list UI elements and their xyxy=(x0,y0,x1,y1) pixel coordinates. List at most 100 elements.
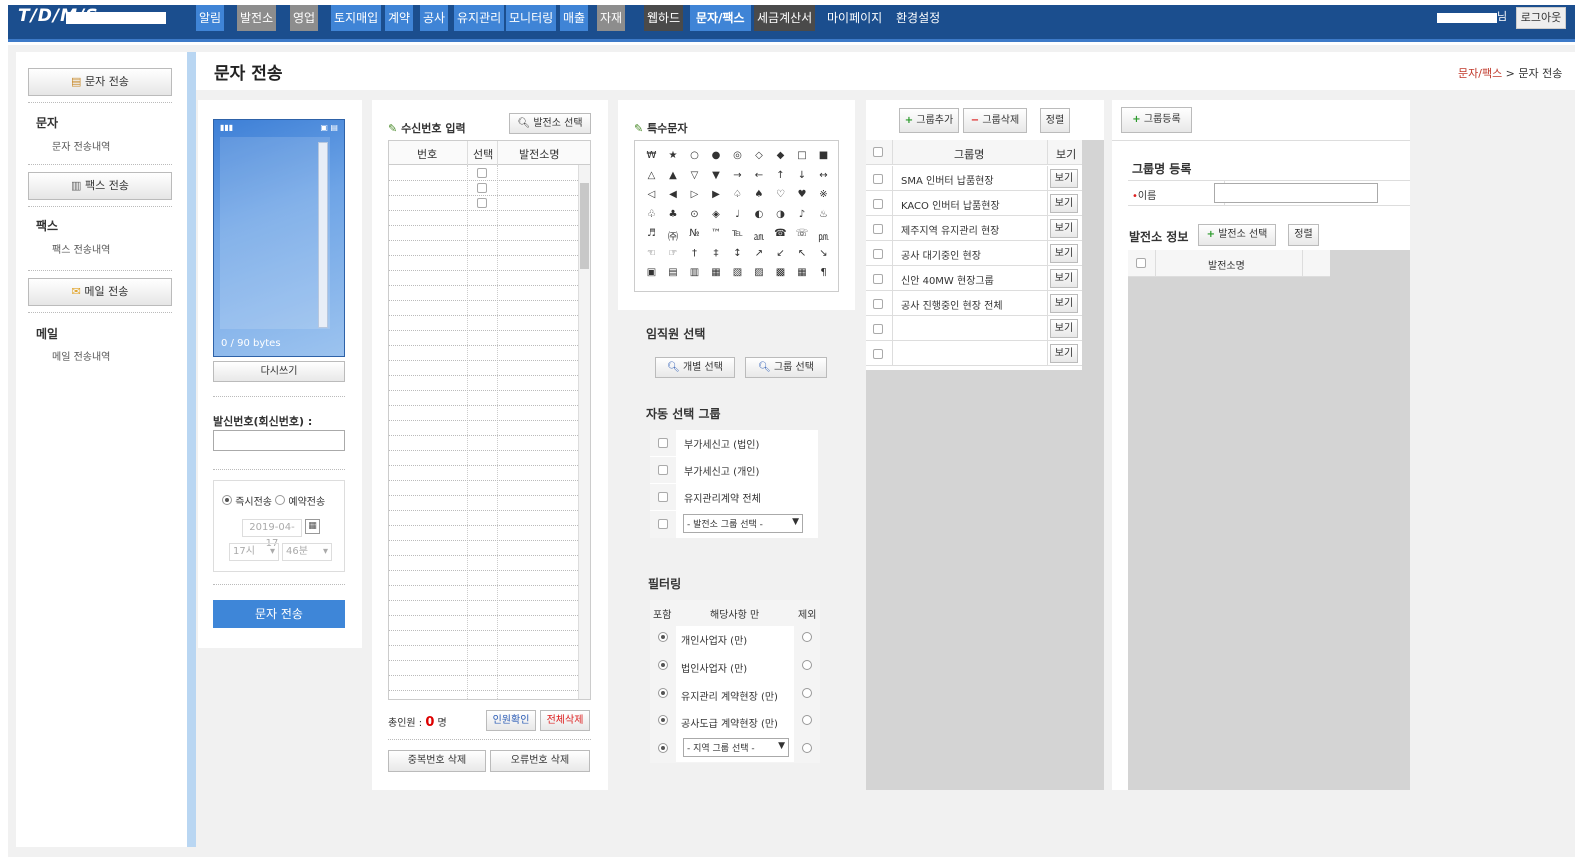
special-char[interactable]: ↕ xyxy=(727,248,748,259)
sidebar-link-fax-history[interactable]: 팩스 전송내역 xyxy=(52,241,110,256)
special-char[interactable]: ㏘ xyxy=(813,228,834,243)
group-select-button[interactable]: 🔍︎ 그룹 선택 xyxy=(745,357,827,378)
breadcrumb-section[interactable]: 문자/팩스 xyxy=(1458,67,1502,80)
calendar-icon[interactable]: ▦ xyxy=(305,519,320,534)
special-char[interactable]: → xyxy=(727,170,748,181)
special-char[interactable]: ◑ xyxy=(770,209,791,220)
special-char[interactable]: ↔ xyxy=(813,170,834,181)
group-name-input[interactable] xyxy=(1214,183,1378,203)
delete-group-button[interactable]: − 그룹삭제 xyxy=(963,108,1027,133)
special-char[interactable]: † xyxy=(684,248,705,259)
nav-item-revenue[interactable]: 매출 xyxy=(560,5,589,31)
nav-item-materials[interactable]: 자재 xyxy=(597,5,626,31)
special-char[interactable]: ← xyxy=(749,170,770,181)
special-char[interactable]: ♧ xyxy=(641,209,662,220)
exclude-radio[interactable] xyxy=(802,660,812,673)
special-char[interactable]: ★ xyxy=(663,150,684,161)
special-char[interactable]: ♠ xyxy=(749,189,770,200)
sms-message-textarea[interactable] xyxy=(220,137,330,329)
special-char[interactable]: ▶ xyxy=(706,189,727,200)
exclude-radio[interactable] xyxy=(802,715,812,728)
special-char[interactable]: ↙ xyxy=(770,248,791,259)
special-char[interactable]: ▣ xyxy=(641,267,662,278)
special-char[interactable]: ▩ xyxy=(770,267,791,278)
region-group-select[interactable]: - 지역 그룹 선택 - ▼ xyxy=(683,738,789,757)
special-char[interactable]: ◐ xyxy=(749,209,770,220)
nav-item-monitoring[interactable]: 모니터링 xyxy=(506,5,557,31)
sender-number-input[interactable] xyxy=(213,430,345,451)
nav-item-alerts[interactable]: 알림 xyxy=(196,5,225,31)
select-all-stations-checkbox[interactable] xyxy=(1136,258,1146,268)
individual-select-button[interactable]: 🔍︎ 개별 선택 xyxy=(655,357,735,378)
special-char[interactable]: ▥ xyxy=(684,267,705,278)
special-char[interactable]: ◈ xyxy=(706,209,727,220)
special-char[interactable]: ◆ xyxy=(770,150,791,161)
special-char[interactable]: ☞ xyxy=(663,248,684,259)
view-group-button[interactable]: 보기 xyxy=(1050,244,1078,263)
confirm-recipients-button[interactable]: 인원확인 xyxy=(486,710,536,731)
special-char[interactable]: ₩ xyxy=(641,150,662,161)
delete-duplicates-button[interactable]: 중복번호 삭제 xyxy=(388,750,486,772)
register-group-button[interactable]: + 그룹등록 xyxy=(1121,107,1192,133)
special-char[interactable]: ● xyxy=(706,150,727,161)
group-row-checkbox[interactable] xyxy=(873,224,883,234)
exclude-radio[interactable] xyxy=(802,743,812,756)
special-char[interactable]: ♡ xyxy=(770,189,791,200)
nav-item-construction[interactable]: 공사 xyxy=(420,5,449,31)
view-group-button[interactable]: 보기 xyxy=(1050,344,1078,363)
special-char[interactable]: ㏂ xyxy=(749,228,770,243)
nav-item-settings[interactable]: 환경설정 xyxy=(893,5,943,31)
special-char[interactable]: ◁ xyxy=(641,189,662,200)
group-row-checkbox[interactable] xyxy=(873,274,883,284)
station-select-button[interactable]: 🔍︎ 발전소 선택 xyxy=(509,113,591,134)
special-char[interactable]: ☜ xyxy=(641,248,662,259)
include-radio[interactable] xyxy=(658,715,668,728)
nav-item-sms-fax[interactable]: 문자/팩스 xyxy=(690,5,751,31)
reserve-date-input[interactable]: 2019-04-17 xyxy=(242,519,302,549)
nav-item-maintenance[interactable]: 유지관리 xyxy=(454,5,505,31)
special-char[interactable]: ™ xyxy=(706,228,727,239)
special-char[interactable]: ↘ xyxy=(813,248,834,259)
auto-group-checkbox[interactable] xyxy=(658,492,668,502)
include-radio[interactable] xyxy=(658,632,668,645)
special-char[interactable]: ♥ xyxy=(792,189,813,200)
special-char[interactable]: ▦ xyxy=(792,267,813,278)
row-checkbox[interactable] xyxy=(477,168,487,181)
sidebar-collapse-handle[interactable] xyxy=(187,52,196,847)
auto-group-checkbox[interactable] xyxy=(658,438,668,448)
special-char[interactable]: ☎ xyxy=(770,228,791,239)
special-char[interactable]: □ xyxy=(792,150,813,161)
nav-item-contract[interactable]: 계약 xyxy=(385,5,414,31)
nav-item-webhard[interactable]: 웹하드 xyxy=(644,5,684,31)
special-char[interactable]: ↑ xyxy=(770,170,791,181)
special-char[interactable]: ◀ xyxy=(663,189,684,200)
delete-all-button[interactable]: 전체삭제 xyxy=(540,710,590,731)
special-char[interactable]: ▽ xyxy=(684,170,705,181)
special-char[interactable]: № xyxy=(684,228,705,239)
special-char[interactable]: ▼ xyxy=(706,170,727,181)
special-char[interactable]: ☏ xyxy=(792,228,813,239)
special-char[interactable]: ▤ xyxy=(663,267,684,278)
special-char[interactable]: ○ xyxy=(684,150,705,161)
group-row-checkbox[interactable] xyxy=(873,324,883,334)
station-info-select-button[interactable]: + 발전소 선택 xyxy=(1198,224,1276,246)
special-char[interactable]: ♬ xyxy=(641,228,662,239)
special-char[interactable]: ▨ xyxy=(749,267,770,278)
recipients-scrollbar[interactable] xyxy=(578,165,590,699)
sort-groups-button[interactable]: 정렬 xyxy=(1040,108,1070,133)
send-sms-button[interactable]: 문자 전송 xyxy=(213,600,345,628)
station-group-select[interactable]: - 발전소 그룹 선택 - ▼ xyxy=(683,514,803,533)
rewrite-button[interactable]: 다시쓰기 xyxy=(213,361,345,382)
send-now-radio[interactable] xyxy=(222,495,232,505)
add-group-button[interactable]: + 그룹추가 xyxy=(899,108,959,133)
view-group-button[interactable]: 보기 xyxy=(1050,219,1078,238)
nav-item-sales[interactable]: 영업 xyxy=(290,5,319,31)
exclude-radio[interactable] xyxy=(802,632,812,645)
special-char[interactable]: ♩ xyxy=(727,209,748,220)
group-row-checkbox[interactable] xyxy=(873,174,883,184)
view-group-button[interactable]: 보기 xyxy=(1050,194,1078,213)
special-char[interactable]: ▦ xyxy=(706,267,727,278)
special-char[interactable]: ▷ xyxy=(684,189,705,200)
exclude-radio[interactable] xyxy=(802,688,812,701)
include-radio[interactable] xyxy=(658,688,668,701)
